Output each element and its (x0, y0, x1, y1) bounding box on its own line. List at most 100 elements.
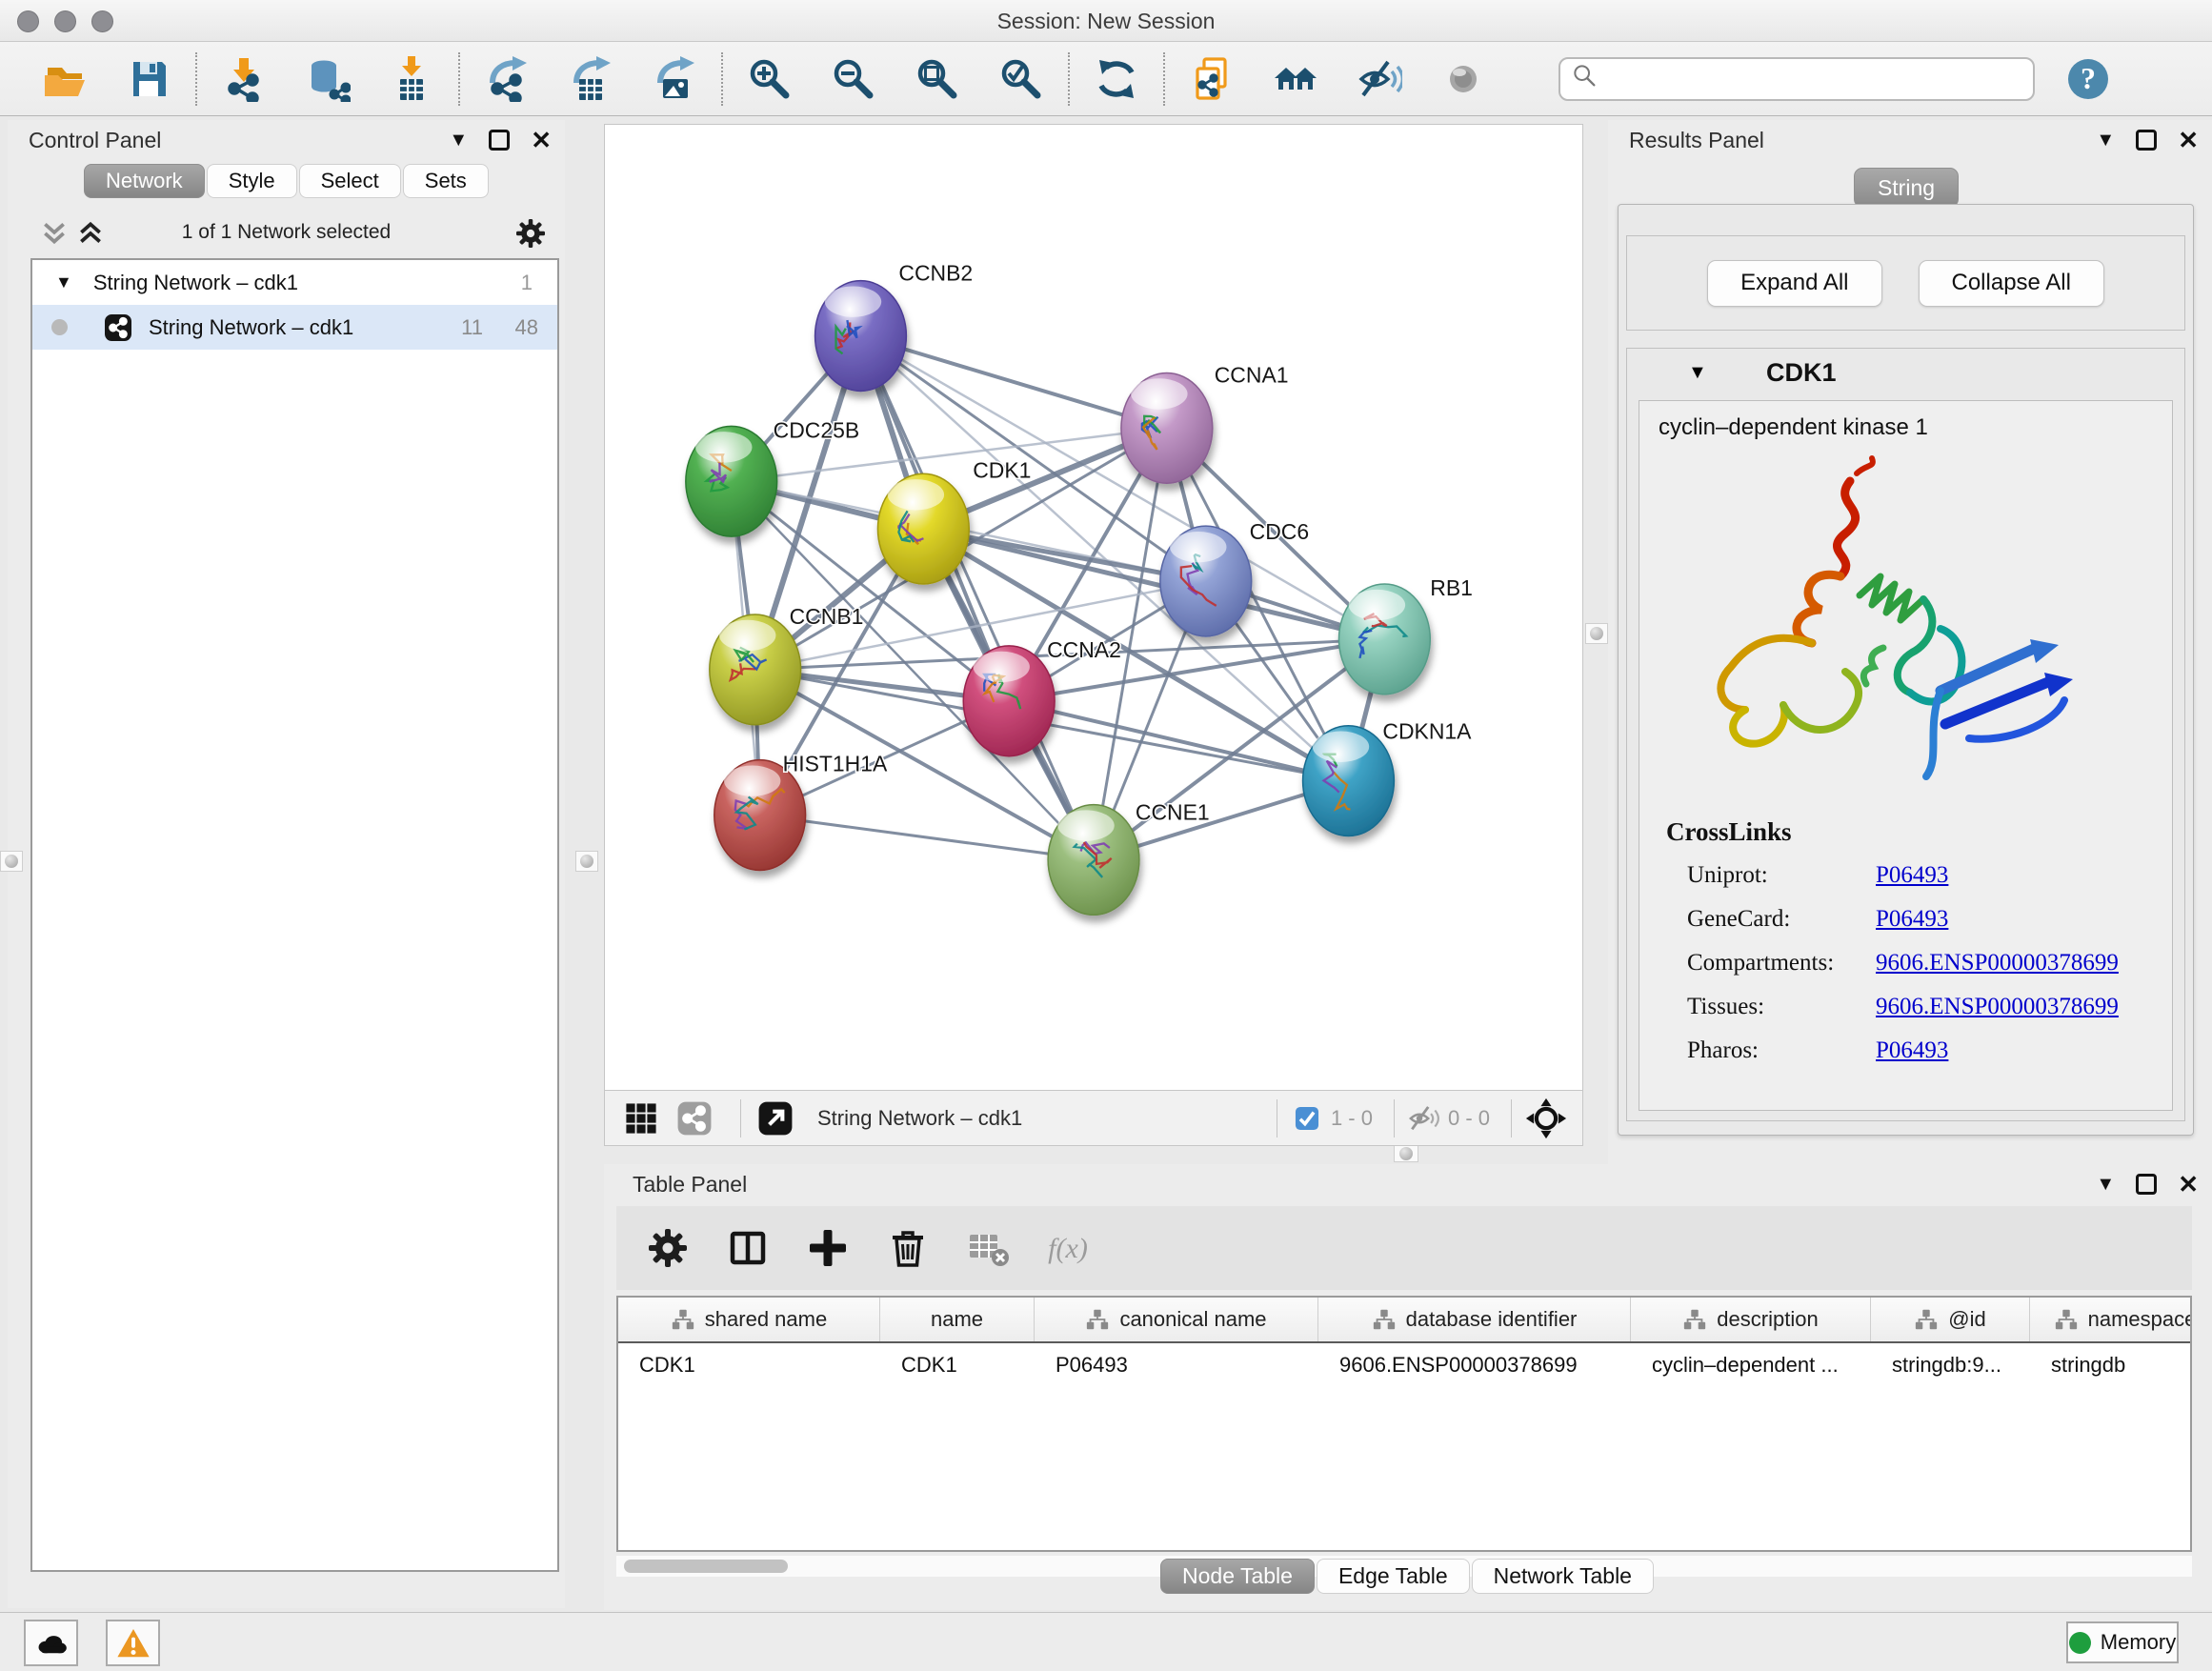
control-panel-menu-icon[interactable]: ▼ (449, 128, 468, 152)
tab-style[interactable]: Style (207, 164, 297, 198)
export-network-button[interactable] (465, 50, 549, 108)
tab-sets[interactable]: Sets (403, 164, 489, 198)
tab-network-table[interactable]: Network Table (1472, 1559, 1654, 1594)
birdseye-crosshair-icon[interactable] (1525, 1097, 1567, 1139)
column-header-description[interactable]: description (1631, 1298, 1871, 1341)
network-node-ccna2[interactable] (963, 646, 1055, 756)
collection-expand-icon[interactable]: ▼ (55, 272, 72, 292)
node-table[interactable]: shared namenamecanonical namedatabase id… (616, 1296, 2192, 1552)
node-label-ccnb2: CCNB2 (898, 261, 973, 286)
crosslink-link[interactable]: P06493 (1876, 1037, 1948, 1063)
crosslink-link[interactable]: 9606.ENSP00000378699 (1876, 994, 2119, 1019)
results-panel-close-icon[interactable]: ✕ (2178, 128, 2199, 152)
network-options-gear-icon[interactable] (513, 216, 548, 251)
plus-table-button[interactable] (805, 1225, 851, 1271)
crosslink-link[interactable]: 9606.ENSP00000378699 (1876, 950, 2119, 976)
zoom-selected-button[interactable] (979, 50, 1063, 108)
save-session-button[interactable] (107, 50, 191, 108)
detach-view-icon[interactable] (754, 1097, 796, 1139)
copy-style-button[interactable] (1170, 50, 1254, 108)
show-lens-button[interactable] (1421, 50, 1505, 108)
results-panel-menu-icon[interactable]: ▼ (2096, 128, 2115, 152)
zoom-in-button[interactable] (728, 50, 812, 108)
crosslink-row: Uniprot:P06493 (1687, 862, 2172, 891)
collapse-all-button[interactable]: Collapse All (1919, 260, 2104, 307)
tab-network[interactable]: Network (84, 164, 205, 198)
tab-string[interactable]: String (1854, 168, 1959, 208)
network-node-cdc6[interactable] (1160, 526, 1252, 636)
warning-status-button[interactable] (106, 1620, 160, 1666)
network-edge-count: 48 (515, 315, 538, 340)
protein-collapse-icon[interactable]: ▼ (1688, 362, 1707, 384)
open-file-button[interactable] (23, 50, 107, 108)
table-splitter-handle[interactable] (1394, 1145, 1418, 1162)
share-view-icon[interactable] (674, 1097, 715, 1139)
selected-checkbox-icon[interactable] (1291, 1102, 1323, 1135)
tab-node-table[interactable]: Node Table (1160, 1559, 1315, 1594)
network-node-ccnb1[interactable] (710, 614, 801, 725)
import-database-button[interactable] (286, 50, 370, 108)
table-panel-close-icon[interactable]: ✕ (2178, 1172, 2199, 1197)
column-header--id[interactable]: @id (1871, 1298, 2030, 1341)
crosslink-link[interactable]: P06493 (1876, 906, 1948, 932)
results-splitter-handle[interactable] (1585, 623, 1608, 644)
import-table-button[interactable] (370, 50, 453, 108)
zoom-out-button[interactable] (812, 50, 895, 108)
crosslink-link[interactable]: P06493 (1876, 862, 1948, 888)
export-table-button[interactable] (549, 50, 633, 108)
network-node-ccnb2[interactable] (815, 281, 907, 392)
network-edge[interactable] (860, 336, 1094, 860)
hide-selected-button[interactable] (1337, 50, 1421, 108)
network-selection-summary: 1 of 1 Network selected (8, 221, 565, 244)
tab-select[interactable]: Select (299, 164, 401, 198)
zoom-fit-button[interactable] (895, 50, 979, 108)
collection-count: 1 (521, 271, 533, 295)
export-image-button[interactable] (633, 50, 716, 108)
tab-edge-table[interactable]: Edge Table (1317, 1559, 1470, 1594)
grid-view-icon[interactable] (620, 1097, 662, 1139)
control-panel-close-icon[interactable]: ✕ (531, 128, 552, 152)
search-input[interactable] (1600, 60, 2023, 98)
network-node-cdc25b[interactable] (686, 426, 777, 536)
network-node-cdkn1a[interactable] (1303, 726, 1395, 836)
table-panel-float-icon[interactable] (2136, 1174, 2157, 1195)
column-header-name[interactable]: name (880, 1298, 1035, 1341)
svg-text:?: ? (2081, 61, 2096, 95)
results-panel-float-icon[interactable] (2136, 130, 2157, 151)
columns-table-button[interactable] (725, 1225, 771, 1271)
cloud-status-button[interactable] (24, 1620, 78, 1666)
left-edge-splitter-handle[interactable] (0, 851, 23, 872)
network-node-rb1[interactable] (1338, 584, 1430, 695)
network-row-selected[interactable]: String Network – cdk1 11 48 (32, 305, 557, 350)
network-edge[interactable] (860, 336, 1166, 429)
network-node-count: 11 (461, 315, 483, 340)
table-row[interactable]: CDK1CDK1P064939606.ENSP00000378699cyclin… (618, 1343, 2190, 1387)
column-header-database-identifier[interactable]: database identifier (1318, 1298, 1631, 1341)
toolbar-divider (458, 52, 460, 106)
help-button[interactable]: ? (2065, 56, 2111, 102)
expand-all-button[interactable]: Expand All (1707, 260, 1881, 307)
network-canvas[interactable]: CCNB2CCNA1CDC25BCDK1CDC6RB1CCNB1CCNA2CDK… (604, 124, 1583, 1091)
network-edge[interactable] (760, 815, 1094, 860)
hidden-eye-icon[interactable] (1408, 1102, 1440, 1135)
import-network-button[interactable] (202, 50, 286, 108)
column-header-shared-name[interactable]: shared name (618, 1298, 880, 1341)
network-collection-row[interactable]: ▼ String Network – cdk1 1 (32, 260, 557, 305)
control-panel-float-icon[interactable] (489, 130, 510, 151)
refresh-button[interactable] (1075, 50, 1158, 108)
column-header-canonical-name[interactable]: canonical name (1035, 1298, 1318, 1341)
gear-table-button[interactable] (645, 1225, 691, 1271)
network-node-hist1h1a[interactable] (714, 760, 806, 871)
trash-table-button[interactable] (885, 1225, 931, 1271)
network-node-ccne1[interactable] (1048, 805, 1139, 916)
column-header-namespace[interactable]: namespace (2030, 1298, 2192, 1341)
crosslinks-title: CrossLinks (1666, 817, 2172, 847)
network-edge[interactable] (1009, 701, 1348, 781)
control-splitter-handle[interactable] (575, 851, 598, 872)
memory-button[interactable]: Memory (2066, 1621, 2179, 1663)
network-node-ccna1[interactable] (1121, 372, 1213, 483)
home-button[interactable] (1254, 50, 1337, 108)
network-node-cdk1[interactable] (877, 473, 969, 584)
search-icon (1570, 61, 1600, 96)
table-panel-menu-icon[interactable]: ▼ (2096, 1172, 2115, 1197)
